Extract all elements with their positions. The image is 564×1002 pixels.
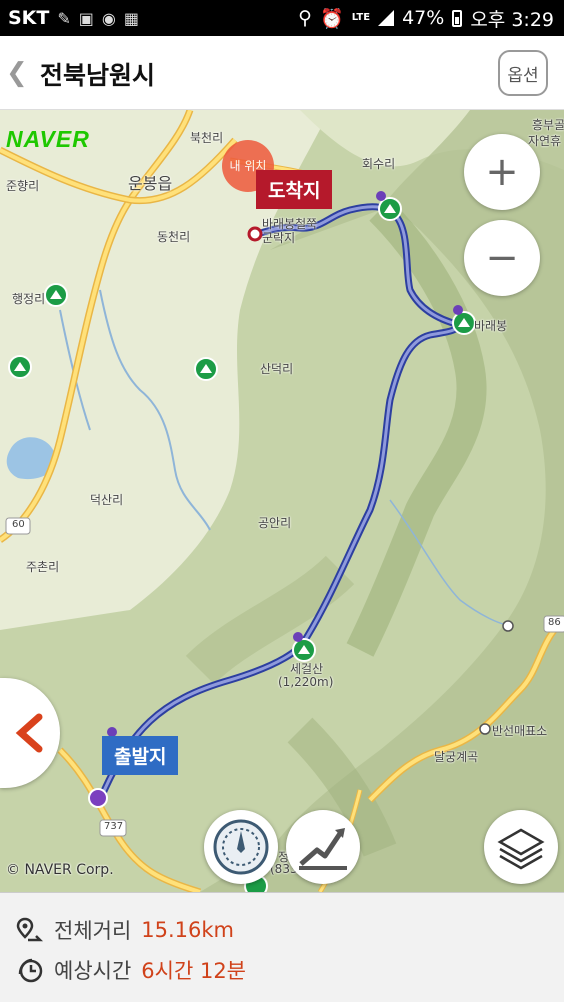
app-header: ❮ 전북남원시 옵션 <box>0 36 564 110</box>
place-label: 공안리 <box>258 516 292 530</box>
place-label: 북천리 <box>190 131 224 145</box>
place-label: 반선매표소 <box>492 724 548 738</box>
location-icon: ⚲ <box>298 7 313 29</box>
chevron-left-icon <box>15 713 43 753</box>
compass-icon <box>213 819 269 875</box>
zoom-out-button[interactable]: − <box>464 220 540 296</box>
place-label: 준향리 <box>6 179 40 193</box>
distance-row: 전체거리 15.16km <box>16 915 234 945</box>
place-label: 회수리 <box>362 157 396 171</box>
battery-percent: 47% <box>402 7 445 29</box>
elevation-icon <box>299 828 347 870</box>
app-icon: ▦ <box>123 8 139 28</box>
layers-button[interactable] <box>484 810 558 884</box>
time-row: 예상시간 6시간 12분 <box>16 955 246 985</box>
record-icon: ◉ <box>101 8 116 28</box>
distance-value: 15.16km <box>141 918 235 942</box>
place-label: 산덕리 <box>260 362 294 376</box>
destination-tag: 도착지 <box>256 170 333 209</box>
map-copyright: © NAVER Corp. <box>6 862 114 878</box>
carrier-label: SKT <box>8 7 50 29</box>
place-label: 바래봉 <box>474 319 508 333</box>
place-label: 운봉읍 <box>128 174 173 193</box>
battery-icon <box>452 9 463 27</box>
pill-icon: ✎ <box>57 8 71 28</box>
map-view[interactable]: NAVER 북천리 운봉읍 준향리 동천리 행정리 회수리 바래봉철쭉 군락지 … <box>0 110 564 892</box>
place-label: 덕산리 <box>90 493 124 507</box>
place-label: 행정리 <box>12 292 46 306</box>
time-label: 예상시간 <box>54 959 132 983</box>
road-number: 737 <box>104 821 124 832</box>
route-distance-icon <box>16 917 44 942</box>
route-summary: 전체거리 15.16km 예상시간 6시간 12분 <box>0 892 564 1002</box>
elevation-button[interactable] <box>286 810 360 884</box>
image-icon: ▣ <box>78 8 94 28</box>
place-label: 동천리 <box>157 230 191 244</box>
place-label: (1,220m) <box>278 675 334 689</box>
clock: 오후 3:29 <box>470 8 554 31</box>
road-number: 60 <box>12 519 25 530</box>
time-value: 6시간 12분 <box>141 959 246 983</box>
road-number: 86 <box>548 617 561 628</box>
status-bar: SKT ✎ ▣ ◉ ▦ ⚲ ⏰ LTE 47% 오후 3:29 <box>0 0 564 36</box>
lte-icon: LTE <box>351 12 371 23</box>
place-label: 군락지 <box>262 231 296 245</box>
back-chevron-icon[interactable]: ❮ <box>6 58 28 88</box>
naver-logo: NAVER <box>6 126 90 152</box>
place-label: 주촌리 <box>26 560 60 574</box>
notification-icons: ✎ ▣ ◉ ▦ <box>57 9 139 28</box>
place-label: 자연휴 <box>528 134 562 148</box>
place-label: 흥부골 <box>532 118 564 132</box>
estimated-time-icon <box>18 958 43 983</box>
zoom-in-button[interactable]: + <box>464 134 540 210</box>
alarm-icon: ⏰ <box>320 7 344 30</box>
options-button[interactable]: 옵션 <box>498 50 548 96</box>
start-tag: 출발지 <box>102 736 179 775</box>
distance-label: 전체거리 <box>54 919 132 943</box>
page-title: 전북남원시 <box>40 61 156 90</box>
place-label: 달궁계곡 <box>434 750 479 764</box>
layers-icon <box>497 828 545 870</box>
compass-button[interactable] <box>204 810 278 884</box>
signal-icon <box>378 10 395 26</box>
